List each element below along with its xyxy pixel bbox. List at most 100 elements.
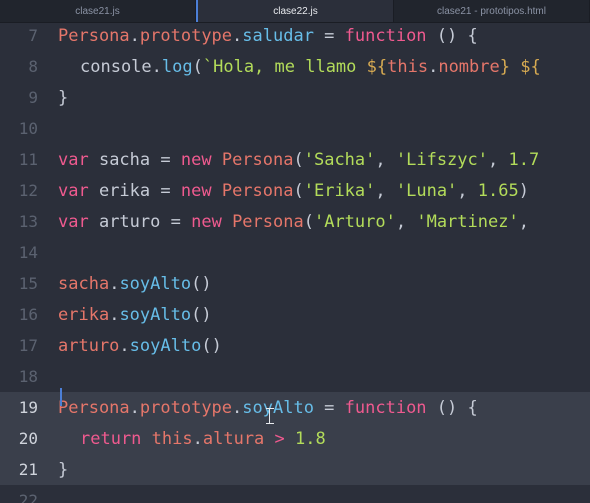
code-token: 'Martinez' [416, 211, 519, 232]
code-token: ( [293, 180, 304, 201]
code-token: Persona [221, 180, 294, 201]
line-number: 19 [18, 398, 38, 417]
code-token: 'Arturo' [313, 211, 396, 232]
code-token: sacha [88, 149, 161, 170]
code-editor[interactable]: 7 Persona.prototype.saludar = function ()… [0, 22, 590, 503]
code-token: ${ [366, 56, 388, 77]
code-token: arturo [58, 335, 120, 356]
tab-bar: clase21.js clase22.js clase21 - prototipos… [0, 0, 590, 23]
line-number: 22 [18, 491, 38, 503]
tab-clase21-prototipos-html[interactable]: clase21 - prototipos.html [394, 0, 590, 22]
code-line[interactable]: 20 return this.altura > 1.8 [0, 423, 590, 454]
code-text: Persona.prototype.saludar = function () … [48, 26, 478, 46]
code-line[interactable]: 16 erika.soyAlto() [0, 299, 590, 330]
code-token: 'Erika' [303, 180, 376, 201]
code-token: log [161, 56, 193, 77]
code-line[interactable]: 21} [0, 454, 590, 485]
code-token: , [457, 180, 478, 201]
code-token: var [58, 149, 89, 170]
code-token: console [80, 56, 152, 77]
code-token: } [58, 87, 69, 108]
code-token: Persona [58, 25, 130, 46]
text-cursor [60, 388, 62, 406]
code-token: = [160, 149, 181, 170]
code-token: ( [192, 56, 203, 77]
code-text: sacha.soyAlto() [48, 274, 212, 294]
code-token: } [499, 56, 510, 77]
tab-clase21-js[interactable]: clase21.js [0, 0, 196, 22]
code-token: ${ [520, 56, 541, 77]
code-token: , [488, 149, 509, 170]
code-token: 1.7 [508, 149, 540, 170]
line-number: 7 [28, 26, 38, 45]
line-number: 8 [28, 57, 38, 76]
code-text: erika.soyAlto() [48, 305, 212, 325]
code-line[interactable]: 22 [0, 485, 590, 503]
code-token: soyAlto [242, 397, 314, 418]
line-number: 21 [18, 460, 38, 479]
line-number: 18 [18, 367, 38, 386]
code-text: } [48, 460, 68, 480]
code-line[interactable]: 12 var erika = new Persona('Erika', 'Luna… [0, 175, 590, 206]
code-line[interactable]: 13 var arturo = new Persona('Arturo', 'Ma… [0, 206, 590, 237]
code-token: () [191, 273, 212, 294]
code-line[interactable]: 10 [0, 113, 590, 144]
code-token: this [151, 428, 193, 449]
code-token: , [375, 180, 396, 201]
code-token: 'Luna' [395, 180, 458, 201]
code-token: . [109, 273, 120, 294]
code-token: this [387, 56, 429, 77]
code-token: saludar [242, 25, 314, 46]
code-text: var arturo = new Persona('Arturo', 'Mart… [48, 212, 529, 232]
code-line[interactable]: 7 Persona.prototype.saludar = function ()… [0, 22, 590, 51]
code-token: arturo [88, 211, 171, 232]
code-text: return this.altura > 1.8 [48, 429, 326, 449]
code-token: `Hola, me llamo [202, 56, 367, 77]
line-number: 17 [18, 336, 38, 355]
code-token: . [129, 397, 140, 418]
code-token: nombre [438, 56, 500, 77]
code-token: 'Sacha' [303, 149, 376, 170]
code-token: var [58, 180, 89, 201]
code-token: () { [426, 397, 478, 418]
code-line[interactable]: 9} [0, 82, 590, 113]
code-token: function [344, 397, 427, 418]
code-text: var erika = new Persona('Erika', 'Luna',… [48, 181, 529, 201]
code-token: function [344, 25, 427, 46]
code-token: var [58, 211, 89, 232]
code-token: soyAlto [129, 335, 202, 356]
code-token: new [191, 211, 222, 232]
code-token: return [80, 428, 142, 449]
code-line[interactable]: 11 var sacha = new Persona('Sacha', 'Lifs… [0, 144, 590, 175]
code-token: . [151, 56, 162, 77]
code-line[interactable]: 17 arturo.soyAlto() [0, 330, 590, 361]
code-token: prototype [139, 397, 233, 418]
code-token: erika [88, 180, 161, 201]
line-number: 12 [18, 181, 38, 200]
code-token: = [160, 180, 181, 201]
line-number: 10 [18, 119, 38, 138]
code-line[interactable]: 15 sacha.soyAlto() [0, 268, 590, 299]
code-token: = [313, 25, 345, 46]
tab-clase22-js[interactable]: clase22.js [196, 0, 394, 22]
code-token: 1.8 [295, 428, 326, 449]
code-line[interactable]: 18 [0, 361, 590, 392]
code-token: } [58, 459, 69, 480]
code-token: . [129, 25, 140, 46]
code-token: Persona [232, 211, 304, 232]
code-line[interactable]: 8 console.log(`Hola, me llamo ${this.nomb… [0, 51, 590, 82]
code-line[interactable]: 14 [0, 237, 590, 268]
code-token: . [192, 428, 203, 449]
line-number: 16 [18, 305, 38, 324]
code-token: ) [518, 180, 529, 201]
code-token: prototype [139, 25, 233, 46]
code-line[interactable]: 19 Persona.prototype.soyAlto = function (… [0, 392, 590, 423]
code-token: ( [293, 149, 304, 170]
code-token: 'Lifszyc' [395, 149, 488, 170]
code-token: new [180, 180, 212, 201]
